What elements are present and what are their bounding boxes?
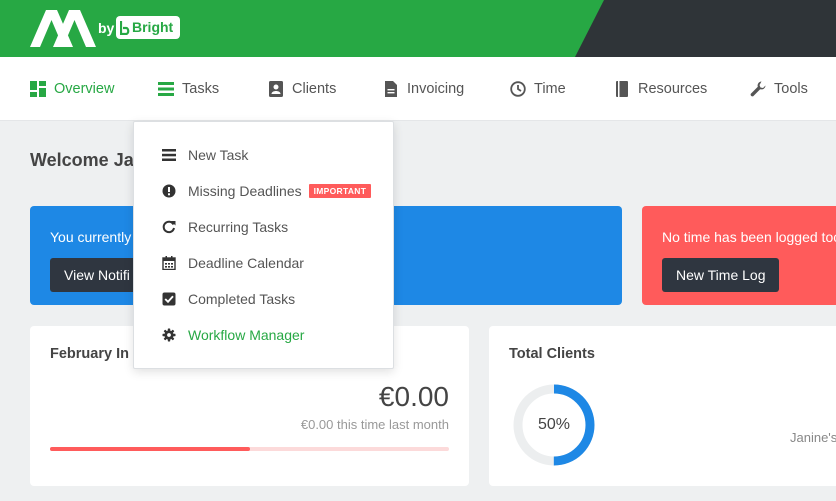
nav-time-label: Time (534, 81, 566, 97)
menu-missing-deadlines-label: Missing Deadlines (188, 183, 302, 199)
time-alert: No time has been logged toc New Time Log (642, 206, 836, 305)
menu-new-task[interactable]: New Task (134, 137, 393, 173)
income-comparison: €0.00 this time last month (300, 417, 449, 432)
nav-overview-label: Overview (54, 81, 115, 97)
notifications-text: You currently (50, 229, 132, 245)
clients-title: Total Clients (509, 346, 595, 362)
menu-new-task-label: New Task (188, 147, 249, 163)
welcome-heading: Welcome Ja (30, 150, 134, 170)
nav-tasks-label: Tasks (182, 81, 220, 97)
menu-deadline-calendar[interactable]: Deadline Calendar (134, 245, 393, 281)
nav-overview[interactable]: Overview (30, 57, 114, 121)
menu-completed-tasks-label: Completed Tasks (188, 291, 296, 307)
tasks-dropdown-menu: New Task Missing Deadlines IMPORTANT Rec… (133, 121, 394, 369)
checked-box-icon (162, 292, 176, 306)
nav-resources[interactable]: Resources (614, 57, 707, 121)
list-icon (162, 149, 176, 161)
menu-deadline-calendar-label: Deadline Calendar (188, 255, 304, 271)
clock-icon (510, 81, 526, 97)
income-title: February In (50, 346, 129, 362)
menu-workflow-manager-label: Workflow Manager (188, 327, 305, 343)
income-progress-bar (50, 447, 449, 451)
bright-b-icon (120, 21, 130, 35)
nav-resources-label: Resources (638, 81, 708, 97)
clients-owner-label: Janine's (790, 430, 836, 445)
income-amount: €0.00 (378, 381, 449, 412)
bright-logo: Bright (116, 16, 180, 39)
nav-clients[interactable]: Clients (268, 57, 336, 121)
nav-time[interactable]: Time (510, 57, 566, 121)
clients-percent: 50% (537, 416, 571, 433)
document-icon (385, 81, 397, 97)
top-header: by Bright (0, 0, 836, 57)
gear-icon (162, 328, 176, 342)
nav-tools-label: Tools (774, 81, 808, 97)
grid-icon (30, 81, 46, 97)
menu-missing-deadlines[interactable]: Missing Deadlines IMPORTANT (134, 173, 393, 209)
nav-tasks[interactable]: Tasks (158, 57, 219, 121)
bright-label: Bright (132, 19, 174, 35)
nav-clients-label: Clients (292, 81, 337, 97)
important-badge: IMPORTANT (308, 184, 372, 198)
book-icon (616, 81, 628, 97)
nav-tools[interactable]: Tools (750, 57, 808, 121)
calendar-icon (162, 256, 176, 270)
clients-card: Total Clients 50% Janine's (489, 326, 836, 486)
exclamation-circle-icon (162, 184, 176, 198)
menu-completed-tasks[interactable]: Completed Tasks (134, 281, 393, 317)
list-icon (158, 82, 174, 96)
main-nav: Overview Tasks Clients Invoicing Time Re… (0, 57, 836, 121)
menu-recurring-tasks-label: Recurring Tasks (188, 219, 289, 235)
app-logo[interactable] (30, 10, 96, 47)
wrench-icon (750, 81, 766, 97)
nav-invoicing[interactable]: Invoicing (383, 57, 464, 121)
view-notifications-button[interactable]: View Notifi (50, 258, 144, 292)
by-label: by (98, 20, 115, 36)
menu-workflow-manager[interactable]: Workflow Manager (134, 317, 393, 353)
income-progress-fill (50, 447, 250, 451)
new-time-log-button[interactable]: New Time Log (662, 258, 780, 292)
time-alert-text: No time has been logged toc (662, 229, 836, 245)
menu-recurring-tasks[interactable]: Recurring Tasks (134, 209, 393, 245)
refresh-icon (162, 220, 176, 234)
contact-card-icon (269, 81, 283, 97)
nav-invoicing-label: Invoicing (407, 81, 465, 97)
